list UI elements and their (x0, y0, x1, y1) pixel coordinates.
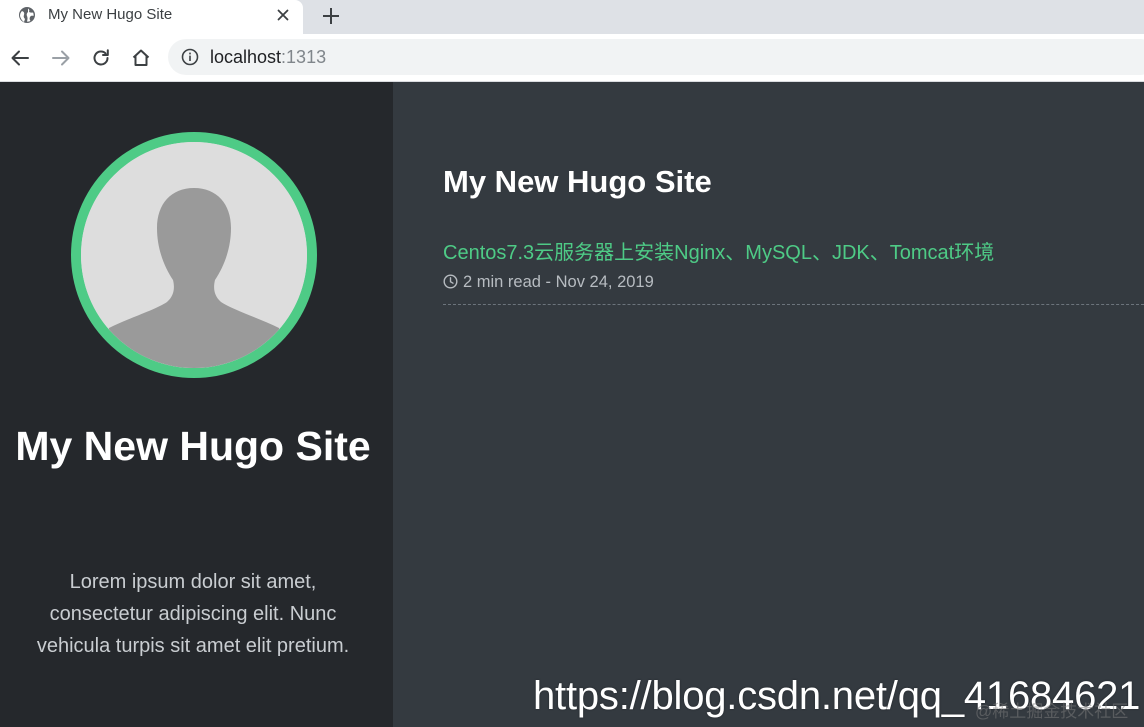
url-port: :1313 (281, 47, 327, 67)
sidebar: My New Hugo Site Lorem ipsum dolor sit a… (0, 82, 393, 727)
reload-icon[interactable] (90, 47, 112, 69)
clock-icon (443, 273, 458, 289)
url-host: localhost (210, 47, 282, 67)
watermark-sub: @稀土掘金技术社区 (975, 702, 1129, 721)
avatar (71, 132, 317, 378)
tab-strip: My New Hugo Site (0, 0, 1144, 34)
address-bar[interactable]: localhost:1313 (168, 39, 1144, 75)
home-icon[interactable] (130, 47, 152, 69)
close-icon[interactable] (274, 6, 292, 24)
arrow-right-icon[interactable] (50, 47, 72, 69)
list-item: Centos7.3云服务器上安装Nginx、MySQL、JDK、Tomcat环境… (443, 239, 1144, 305)
page-title: My New Hugo Site (443, 164, 712, 199)
browser-toolbar: localhost:1313 (0, 34, 1144, 82)
plus-icon[interactable] (320, 5, 342, 27)
site-title: My New Hugo Site (15, 423, 371, 469)
main-content: My New Hugo Site Centos7.3云服务器上安装Nginx、M… (393, 82, 1144, 727)
browser-tab[interactable]: My New Hugo Site (0, 0, 303, 34)
globe-icon (18, 6, 36, 24)
post-title-link[interactable]: Centos7.3云服务器上安装Nginx、MySQL、JDK、Tomcat环境 (443, 239, 994, 267)
tab-title: My New Hugo Site (48, 6, 173, 23)
url-text: localhost:1313 (210, 47, 326, 67)
info-icon[interactable] (181, 48, 199, 66)
post-meta: 2 min read - Nov 24, 2019 (443, 271, 654, 293)
post-meta-text: 2 min read - Nov 24, 2019 (463, 273, 654, 291)
user-avatar-placeholder-icon (81, 142, 307, 368)
site-description: Lorem ipsum dolor sit amet, consectetur … (36, 571, 350, 657)
arrow-left-icon[interactable] (9, 47, 31, 69)
